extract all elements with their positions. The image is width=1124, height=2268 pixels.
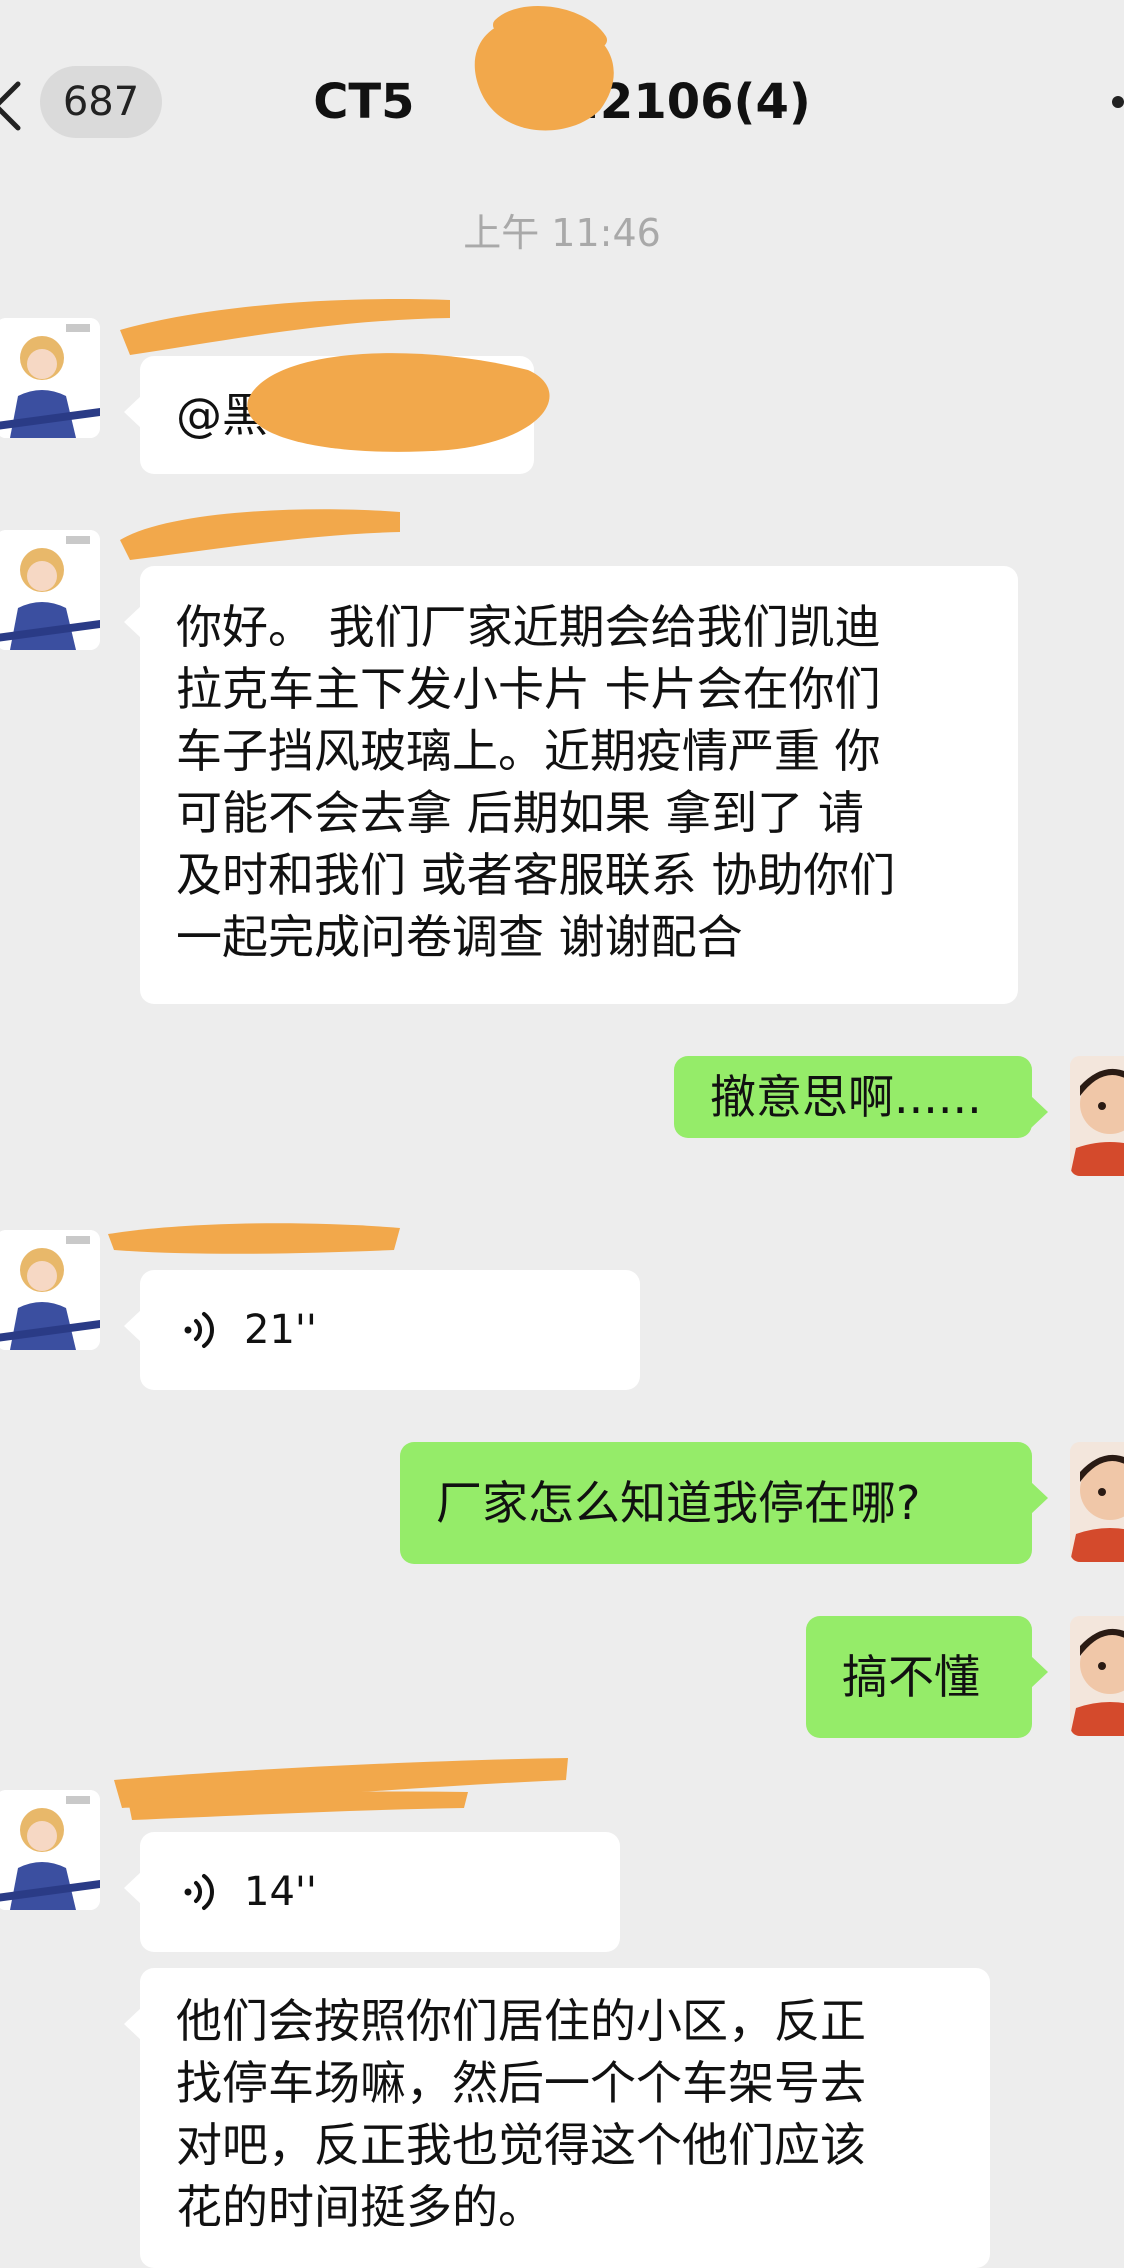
my-avatar[interactable] bbox=[1070, 1056, 1124, 1176]
unread-count-badge[interactable]: 687 bbox=[40, 66, 162, 138]
message-text: 搞不懂 bbox=[842, 1650, 980, 1704]
my-avatar-image bbox=[1070, 1056, 1124, 1176]
agent-avatar[interactable] bbox=[0, 1230, 100, 1350]
sender-name-redaction bbox=[114, 1758, 568, 1820]
message-bubble[interactable]: @黑 bbox=[124, 356, 534, 474]
voice-wave-icon bbox=[184, 1312, 214, 1348]
message-timestamp: 上午 11:46 bbox=[463, 211, 661, 255]
agent-avatar-image bbox=[0, 530, 100, 650]
agent-avatar[interactable] bbox=[0, 318, 100, 438]
agent-avatar-image bbox=[0, 1230, 100, 1350]
message-text-line: 及时和我们 或者客服联系 协助你们 bbox=[176, 848, 896, 902]
my-avatar[interactable] bbox=[1070, 1442, 1124, 1562]
message-text-line: 对吧，反正我也觉得这个他们应该 bbox=[176, 2118, 866, 2172]
message-bubble[interactable]: 他们会按照你们居住的小区，反正 找停车场嘛，然后一个个车架号去 对吧，反正我也觉… bbox=[124, 1968, 990, 2268]
my-avatar-image bbox=[1070, 1616, 1124, 1736]
message-text-line: 一起完成问卷调查 谢谢配合 bbox=[176, 910, 743, 964]
message-bubble[interactable]: 你好。 我们厂家近期会给我们凯迪 拉克车主下发小卡片 卡片会在你们 车子挡风玻璃… bbox=[124, 566, 1018, 1004]
message-text-line: 花的时间挺多的。 bbox=[176, 2180, 544, 2234]
bubble-tail bbox=[1031, 1096, 1048, 1128]
chat-title: CT5 .2106(4) bbox=[313, 74, 811, 130]
message-text: 厂家怎么知道我停在哪? bbox=[436, 1476, 921, 1530]
voice-message-bubble[interactable]: 21'' bbox=[124, 1270, 640, 1390]
voice-wave-icon bbox=[184, 1874, 214, 1910]
bubble-tail bbox=[124, 396, 141, 428]
bubble-tail bbox=[124, 606, 141, 638]
chevron-left-icon[interactable] bbox=[0, 76, 42, 136]
bubble-tail bbox=[124, 1310, 141, 1342]
bubble-tail bbox=[1031, 1482, 1048, 1514]
bubble-tail bbox=[124, 1872, 141, 1904]
message-text-line: 拉克车主下发小卡片 卡片会在你们 bbox=[176, 662, 881, 716]
my-avatar-image bbox=[1070, 1442, 1124, 1562]
more-icon[interactable] bbox=[1112, 96, 1124, 108]
message-text: 撤意思啊...... bbox=[710, 1070, 982, 1124]
message-text-line: 你好。 我们厂家近期会给我们凯迪 bbox=[176, 600, 881, 654]
bubble-tail bbox=[124, 2008, 141, 2040]
voice-duration: 14'' bbox=[244, 1869, 317, 1915]
my-message-bubble[interactable]: 撤意思啊...... bbox=[674, 1056, 1048, 1138]
voice-duration: 21'' bbox=[244, 1307, 317, 1353]
message-text-line: 车子挡风玻璃上。近期疫情严重 你 bbox=[176, 724, 881, 778]
agent-avatar-image bbox=[0, 318, 100, 438]
sender-name-redaction bbox=[120, 509, 400, 560]
bubble-tail bbox=[1031, 1656, 1048, 1688]
my-avatar[interactable] bbox=[1070, 1616, 1124, 1736]
agent-avatar-image bbox=[0, 1790, 100, 1910]
message-text-line: 他们会按照你们居住的小区，反正 bbox=[176, 1994, 866, 2048]
my-message-bubble[interactable]: 厂家怎么知道我停在哪? bbox=[400, 1442, 1048, 1564]
sender-name-redaction bbox=[108, 1223, 400, 1254]
voice-message-bubble[interactable]: 14'' bbox=[124, 1832, 620, 1952]
agent-avatar[interactable] bbox=[0, 530, 100, 650]
message-text-line: 可能不会去拿 后期如果 拿到了 请 bbox=[176, 786, 864, 840]
message-text: @黑 bbox=[176, 388, 268, 442]
agent-avatar[interactable] bbox=[0, 1790, 100, 1910]
message-text-line: 找停车场嘛，然后一个个车架号去 bbox=[176, 2056, 866, 2110]
my-message-bubble[interactable]: 搞不懂 bbox=[806, 1616, 1048, 1738]
